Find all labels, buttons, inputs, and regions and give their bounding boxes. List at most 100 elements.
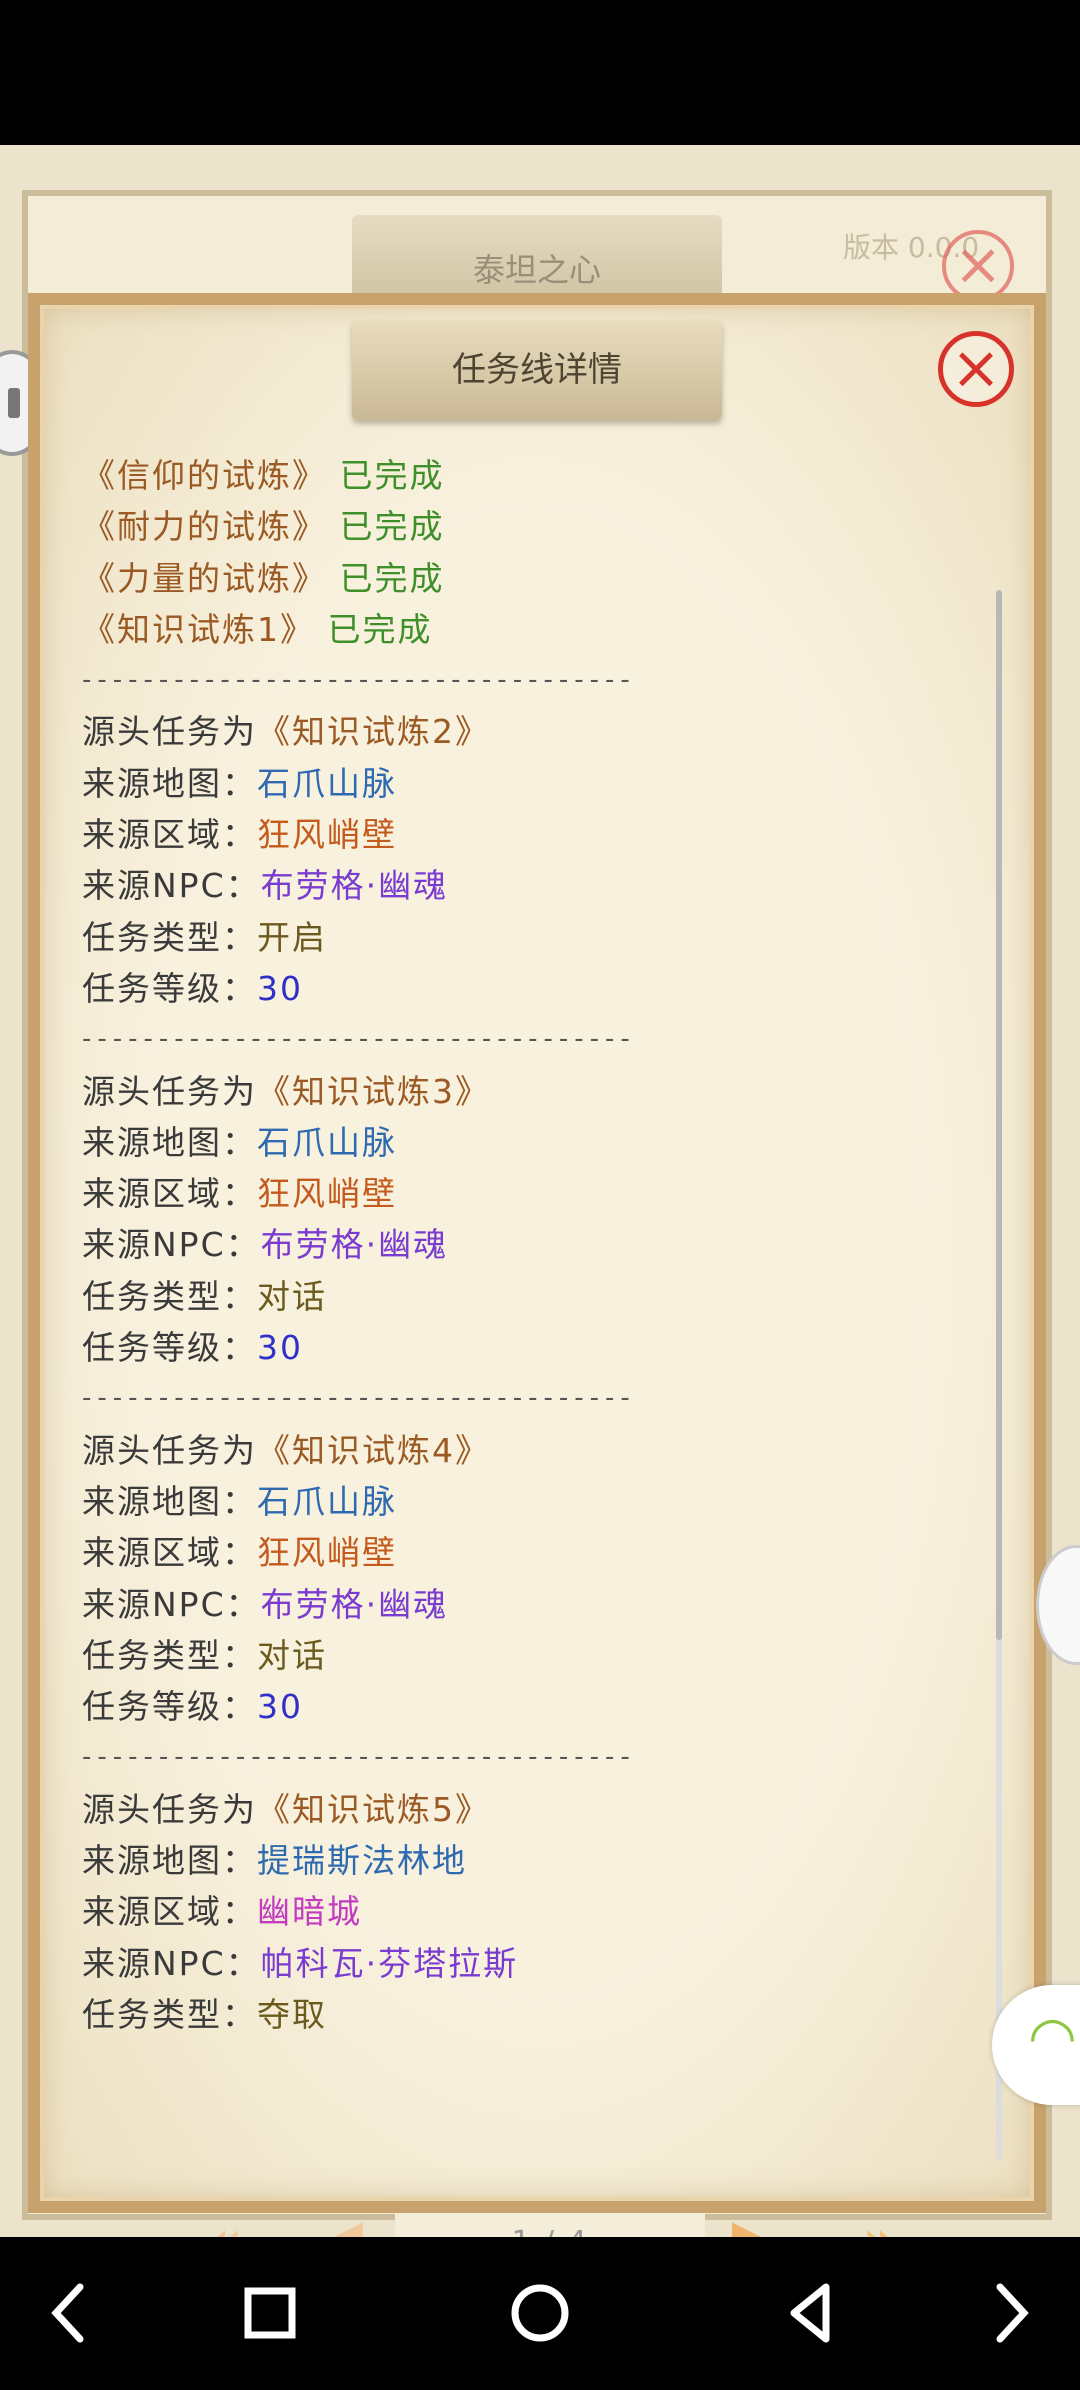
- source-region-label: 来源区域：: [82, 1533, 257, 1573]
- source-map-value: 石爪山脉: [257, 1122, 397, 1162]
- completed-quest-row: 《信仰的试炼》 已完成: [82, 450, 982, 501]
- source-npc-row: 来源NPC：布劳格·幽魂: [82, 1579, 982, 1630]
- quest-type-label: 任务类型：: [82, 1994, 257, 2034]
- source-npc-value: 布劳格·幽魂: [260, 1225, 449, 1265]
- system-nav-bar: [0, 2237, 1080, 2390]
- source-region-label: 来源区域：: [82, 1892, 257, 1932]
- home-circle-icon[interactable]: [500, 2273, 580, 2353]
- quest-status: 已完成: [339, 507, 445, 547]
- double-left-arrow-icon[interactable]: «: [180, 2211, 270, 2237]
- source-npc-label: 来源NPC：: [82, 1584, 261, 1624]
- quest-level-label: 任务等级：: [82, 1687, 257, 1727]
- quest-type-row: 任务类型：夺取: [82, 1989, 982, 2040]
- completed-quest-row: 《知识试炼1》 已完成: [82, 604, 982, 655]
- quest-level-label: 任务等级：: [82, 968, 257, 1008]
- quest-status: 已完成: [339, 558, 445, 598]
- source-region-value: 狂风峭壁: [257, 1174, 397, 1214]
- right-arrow-icon[interactable]: ▶: [710, 2211, 800, 2237]
- background-close-icon[interactable]: ×: [942, 230, 1014, 302]
- quest-status: 已完成: [327, 609, 433, 649]
- source-region-value: 幽暗城: [257, 1892, 362, 1932]
- quest-type-row: 任务类型：开启: [82, 912, 982, 963]
- quest-name: 《知识试炼1》: [82, 609, 315, 649]
- separator: ------------------------------------: [82, 665, 636, 696]
- source-npc-label: 来源NPC：: [82, 866, 261, 906]
- game-area: 版本 0.0.0 泰坦之心 × 任务线详情 × 《信仰的试炼》 已完成 《耐力的…: [0, 145, 1080, 2237]
- source-npc-value: 布劳格·幽魂: [260, 1584, 449, 1624]
- quest-level-row: 任务等级：30: [82, 1681, 982, 1732]
- source-npc-row: 来源NPC：布劳格·幽魂: [82, 860, 982, 911]
- double-right-arrow-icon[interactable]: »: [835, 2211, 925, 2237]
- source-region-value: 狂风峭壁: [257, 1533, 397, 1573]
- quest-type-value: 夺取: [257, 1994, 327, 2034]
- source-quest-label: 源头任务为: [82, 1789, 257, 1829]
- source-map-row: 来源地图：提瑞斯法林地: [82, 1835, 982, 1886]
- source-quest-row: 源头任务为《知识试炼5》: [82, 1784, 982, 1835]
- source-map-label: 来源地图：: [82, 763, 257, 803]
- quest-name: 《力量的试炼》: [82, 558, 327, 598]
- source-map-row: 来源地图：石爪山脉: [82, 1476, 982, 1527]
- source-quest-name: 《知识试炼3》: [257, 1071, 490, 1111]
- completed-quest-row: 《耐力的试炼》 已完成: [82, 501, 982, 552]
- source-quest-label: 源头任务为: [82, 1430, 257, 1470]
- quest-level-value: 30: [257, 1328, 303, 1368]
- back-triangle-icon[interactable]: [770, 2273, 850, 2353]
- source-map-row: 来源地图：石爪山脉: [82, 758, 982, 809]
- source-region-row: 来源区域：狂风峭壁: [82, 1168, 982, 1219]
- scrollbar[interactable]: [996, 590, 1002, 2160]
- close-icon[interactable]: ×: [938, 331, 1014, 407]
- source-map-label: 来源地图：: [82, 1841, 257, 1881]
- background-panel-title: 泰坦之心: [352, 215, 722, 305]
- source-region-row: 来源区域：狂风峭壁: [82, 809, 982, 860]
- completed-quest-row: 《力量的试炼》 已完成: [82, 553, 982, 604]
- source-quest-name: 《知识试炼5》: [257, 1789, 490, 1829]
- source-map-value: 石爪山脉: [257, 1481, 397, 1521]
- quest-status: 已完成: [339, 456, 445, 495]
- source-npc-value: 帕科瓦·芬塔拉斯: [260, 1943, 519, 1983]
- separator: ------------------------------------: [82, 1024, 636, 1055]
- source-map-value: 提瑞斯法林地: [257, 1841, 467, 1881]
- quest-level-row: 任务等级：30: [82, 963, 982, 1014]
- quest-name: 《耐力的试炼》: [82, 507, 327, 547]
- quest-type-row: 任务类型：对话: [82, 1630, 982, 1681]
- source-quest-row: 源头任务为《知识试炼3》: [82, 1066, 982, 1117]
- quest-name: 《信仰的试炼》: [82, 456, 327, 495]
- source-quest-name: 《知识试炼4》: [257, 1430, 490, 1470]
- page-indicator: 1 / 4: [395, 2213, 705, 2237]
- quest-level-value: 30: [257, 968, 303, 1008]
- source-map-value: 石爪山脉: [257, 763, 397, 803]
- quest-type-value: 对话: [257, 1635, 327, 1675]
- source-region-row: 来源区域：幽暗城: [82, 1886, 982, 1937]
- source-map-label: 来源地图：: [82, 1122, 257, 1162]
- back-chevron-icon[interactable]: [30, 2273, 110, 2353]
- source-quest-name: 《知识试炼2》: [257, 712, 490, 752]
- source-npc-row: 来源NPC：布劳格·幽魂: [82, 1219, 982, 1270]
- dialog-title: 任务线详情: [352, 320, 722, 420]
- quest-level-label: 任务等级：: [82, 1328, 257, 1368]
- source-quest-label: 源头任务为: [82, 712, 257, 752]
- quest-line-content[interactable]: 《信仰的试炼》 已完成 《耐力的试炼》 已完成 《力量的试炼》 已完成 《知识试…: [82, 450, 982, 2162]
- source-region-label: 来源区域：: [82, 815, 257, 855]
- source-quest-label: 源头任务为: [82, 1071, 257, 1111]
- wifi-icon: ◠: [1028, 2005, 1077, 2070]
- left-arrow-icon[interactable]: ◀: [295, 2211, 385, 2237]
- source-map-label: 来源地图：: [82, 1481, 257, 1521]
- scrollbar-thumb[interactable]: [996, 590, 1002, 1640]
- quest-type-value: 开启: [257, 917, 327, 957]
- recent-apps-square-icon[interactable]: [230, 2273, 310, 2353]
- source-npc-value: 布劳格·幽魂: [260, 866, 449, 906]
- source-region-value: 狂风峭壁: [257, 815, 397, 855]
- source-quest-row: 源头任务为《知识试炼4》: [82, 1425, 982, 1476]
- source-quest-row: 源头任务为《知识试炼2》: [82, 706, 982, 757]
- quest-level-value: 30: [257, 1687, 303, 1727]
- separator: ------------------------------------: [82, 1383, 636, 1414]
- pager: « ◀ 1 / 4 ▶ »: [170, 2211, 930, 2237]
- source-npc-label: 来源NPC：: [82, 1225, 261, 1265]
- source-region-row: 来源区域：狂风峭壁: [82, 1527, 982, 1578]
- quest-type-value: 对话: [257, 1276, 327, 1316]
- quest-type-label: 任务类型：: [82, 1635, 257, 1675]
- forward-chevron-icon[interactable]: [970, 2273, 1050, 2353]
- separator: ------------------------------------: [82, 1742, 636, 1773]
- source-region-label: 来源区域：: [82, 1174, 257, 1214]
- source-npc-label: 来源NPC：: [82, 1943, 261, 1983]
